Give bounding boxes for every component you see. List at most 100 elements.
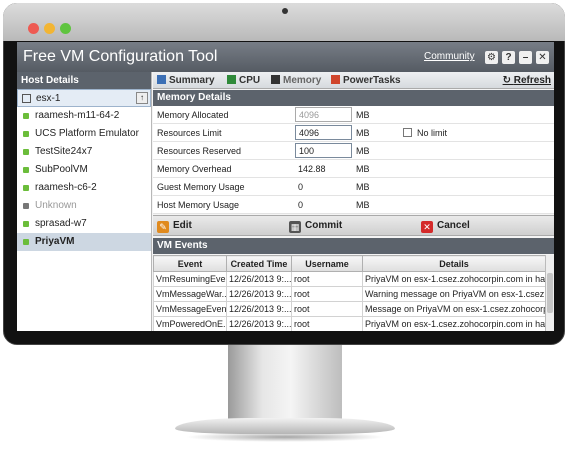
vm-item-selected[interactable]: PriyaVM <box>17 233 151 251</box>
vm-item[interactable]: raamesh-c6-2 <box>17 179 151 197</box>
action-bar: ✎ Edit ▦ Commit ✕ Cancel <box>153 215 554 236</box>
resources-limit-row: Resources Limit MB No limit <box>153 124 554 142</box>
title-bar: Free VM Configuration Tool Community ⚙ ?… <box>17 42 554 72</box>
vm-item[interactable]: Unknown <box>17 197 151 215</box>
summary-icon <box>157 75 166 84</box>
resources-reserved-field[interactable] <box>295 143 352 158</box>
details-cell: PriyaVM on esx-1.csez.zohocorpin.com in … <box>362 316 546 331</box>
table-row[interactable]: VmPoweredOnE... 12/26/2013 9:... root Pr… <box>153 316 546 331</box>
username-cell: root <box>291 286 363 302</box>
table-row[interactable]: VmMessageWar... 12/26/2013 9:... root Wa… <box>153 286 546 302</box>
host-root-item[interactable]: esx-1 ↑ <box>17 89 151 107</box>
column-header-username[interactable]: Username <box>291 255 363 272</box>
host-label: esx-1 <box>36 93 61 104</box>
time-cell: 12/26/2013 9:... <box>226 316 292 331</box>
vm-status-icon <box>23 113 29 119</box>
tab-cpu[interactable]: CPU <box>227 75 260 86</box>
vm-item[interactable]: SubPoolVM <box>17 161 151 179</box>
events-scrollbar[interactable] <box>545 255 554 331</box>
column-header-event[interactable]: Event <box>153 255 227 272</box>
column-header-created-time[interactable]: Created Time <box>226 255 292 272</box>
refresh-icon: ↻ <box>502 75 514 86</box>
time-cell: 12/26/2013 9:... <box>226 271 292 287</box>
monitor-stand <box>228 345 342 427</box>
vm-events-header: VM Events <box>153 238 554 254</box>
tab-memory[interactable]: Memory <box>271 75 321 86</box>
vm-status-icon <box>23 221 29 227</box>
details-cell: Message on PriyaVM on esx-1.csez.zohocor… <box>362 301 546 317</box>
collapse-up-icon[interactable]: ↑ <box>136 92 148 104</box>
sidebar-header: Host Details <box>17 72 151 89</box>
minimize-icon[interactable]: – <box>519 51 532 64</box>
resources-limit-field[interactable] <box>295 125 352 140</box>
resources-reserved-row: Resources Reserved MB <box>153 142 554 160</box>
memory-overhead-row: Memory Overhead 142.88 MB <box>153 160 554 178</box>
vm-label: sprasad-w7 <box>35 218 87 229</box>
app-title: Free VM Configuration Tool <box>23 48 218 65</box>
zoom-light-icon <box>60 23 71 34</box>
settings-icon[interactable]: ⚙ <box>485 51 498 64</box>
minimize-light-icon <box>44 23 55 34</box>
edit-button[interactable]: ✎ Edit <box>157 220 192 233</box>
details-cell: Warning message on PriyaVM on esx-1.csez… <box>362 286 546 302</box>
tab-powertasks[interactable]: PowerTasks <box>331 75 401 86</box>
power-icon <box>331 75 340 84</box>
memory-details-header: Memory Details <box>153 90 554 106</box>
close-light-icon <box>28 23 39 34</box>
memory-allocated-field <box>295 107 352 122</box>
server-icon <box>22 94 31 103</box>
no-limit-checkbox[interactable]: No limit <box>403 128 447 138</box>
guest-memory-row: Guest Memory Usage 0 MB <box>153 178 554 196</box>
table-header-row: Event Created Time Username Details <box>153 255 546 272</box>
camera-icon <box>282 8 288 14</box>
vm-item[interactable]: sprasad-w7 <box>17 215 151 233</box>
vm-status-icon <box>23 167 29 173</box>
vm-label: PriyaVM <box>35 236 75 247</box>
scrollbar-thumb[interactable] <box>547 273 553 313</box>
vm-status-icon <box>23 185 29 191</box>
username-cell: root <box>291 316 363 331</box>
vm-label: SubPoolVM <box>35 164 88 175</box>
table-row[interactable]: VmMessageEvent 12/26/2013 9:... root Mes… <box>153 301 546 317</box>
vm-label: TestSite24x7 <box>35 146 93 157</box>
vm-label: Unknown <box>35 200 77 211</box>
host-sidebar: Host Details esx-1 ↑ raamesh-m11-64-2 UC… <box>17 72 152 331</box>
vm-item[interactable]: TestSite24x7 <box>17 143 151 161</box>
host-memory-row: Host Memory Usage 0 MB <box>153 196 554 214</box>
vm-label: raamesh-c6-2 <box>35 182 97 193</box>
table-row[interactable]: VmResumingEvent 12/26/2013 9:... root Pr… <box>153 271 546 287</box>
vm-label: raamesh-m11-64-2 <box>35 110 120 121</box>
vm-status-icon <box>23 203 29 209</box>
memory-allocated-row: Memory Allocated MB <box>153 106 554 124</box>
help-icon[interactable]: ? <box>502 51 515 64</box>
refresh-button[interactable]: ↻ Refresh <box>503 75 551 86</box>
event-cell: VmResumingEvent <box>153 271 227 287</box>
vm-events-table: Event Created Time Username Details VmRe… <box>153 255 546 331</box>
cpu-icon <box>227 75 236 84</box>
edit-icon: ✎ <box>157 221 169 233</box>
event-cell: VmMessageEvent <box>153 301 227 317</box>
monitor-base <box>175 418 395 434</box>
close-icon[interactable]: ✕ <box>536 51 549 64</box>
event-cell: VmPoweredOnE... <box>153 316 227 331</box>
commit-button[interactable]: ▦ Commit <box>289 220 342 233</box>
column-header-details[interactable]: Details <box>362 255 546 272</box>
vm-status-icon <box>23 149 29 155</box>
cancel-button[interactable]: ✕ Cancel <box>421 220 470 233</box>
time-cell: 12/26/2013 9:... <box>226 286 292 302</box>
community-link[interactable]: Community <box>424 51 475 62</box>
app-window: Free VM Configuration Tool Community ⚙ ?… <box>17 42 554 331</box>
time-cell: 12/26/2013 9:... <box>226 301 292 317</box>
tab-bar: Summary CPU Memory PowerTasks ↻ Refresh <box>153 72 554 89</box>
tab-summary[interactable]: Summary <box>157 75 215 86</box>
event-cell: VmMessageWar... <box>153 286 227 302</box>
cancel-icon: ✕ <box>421 221 433 233</box>
commit-icon: ▦ <box>289 221 301 233</box>
vm-item[interactable]: raamesh-m11-64-2 <box>17 107 151 125</box>
details-cell: PriyaVM on esx-1.csez.zohocorpin.com in … <box>362 271 546 287</box>
vm-item[interactable]: UCS Platform Emulator <box>17 125 151 143</box>
username-cell: root <box>291 271 363 287</box>
monitor-frame: Free VM Configuration Tool Community ⚙ ?… <box>0 0 570 455</box>
vm-label: UCS Platform Emulator <box>35 128 139 139</box>
vm-status-icon <box>23 239 29 245</box>
